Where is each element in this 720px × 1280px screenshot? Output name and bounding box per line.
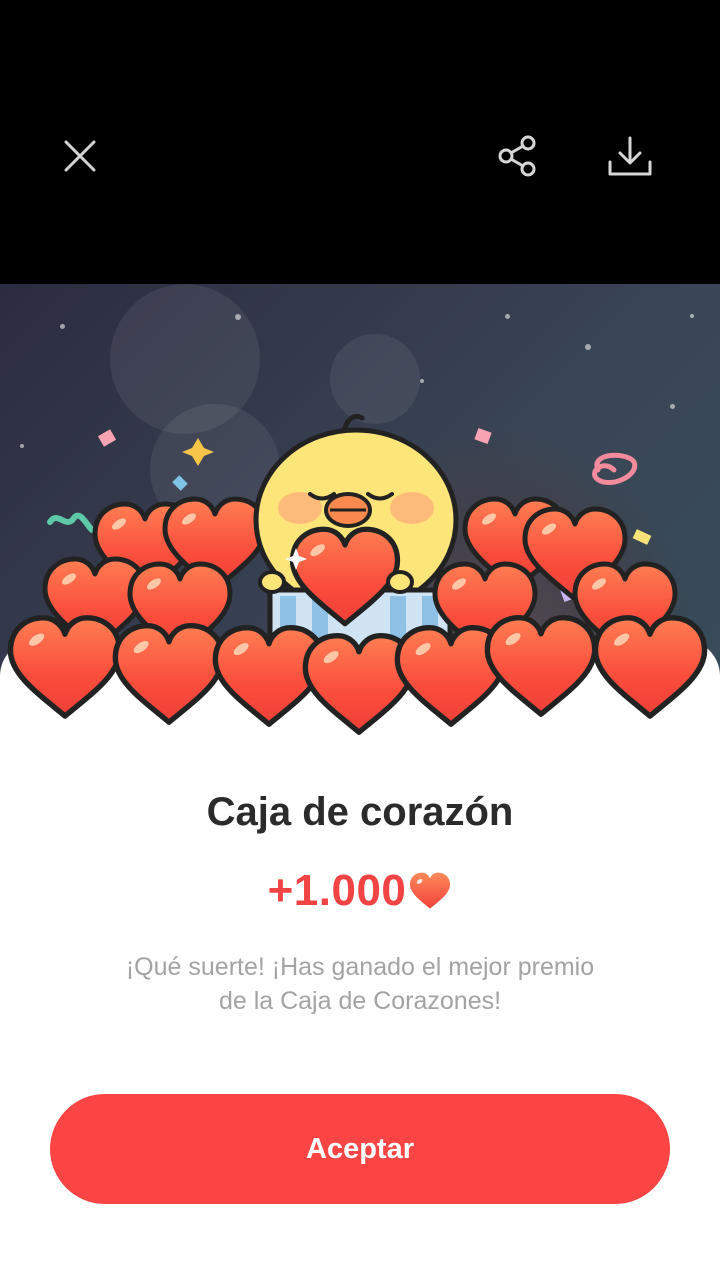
reward-title: Caja de corazón <box>206 790 514 834</box>
reward-amount: +1.000 <box>267 866 407 915</box>
reward-amount-row: +1.000 <box>0 866 720 916</box>
top-toolbar <box>0 0 720 284</box>
reward-message: ¡Qué suerte! ¡Has ganado el mejor premio… <box>125 953 595 1015</box>
share-button[interactable] <box>488 126 548 186</box>
accept-button[interactable]: Aceptar <box>50 1094 670 1204</box>
download-icon <box>608 136 652 176</box>
heart-box-illustration <box>0 413 720 750</box>
share-icon <box>498 135 536 177</box>
download-button[interactable] <box>600 126 660 186</box>
close-button[interactable] <box>50 126 110 186</box>
heart-icon <box>410 872 451 909</box>
close-icon <box>64 140 96 172</box>
